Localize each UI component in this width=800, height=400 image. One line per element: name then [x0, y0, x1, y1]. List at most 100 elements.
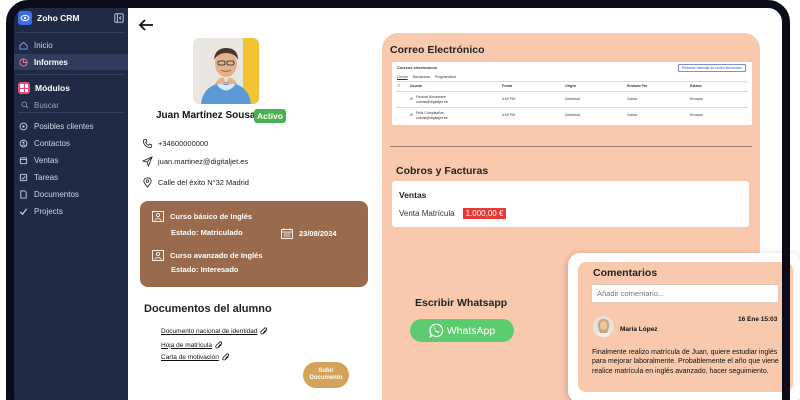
tab-borradores[interactable]: Borradores — [413, 75, 430, 79]
modules-section-header: Módulos — [14, 79, 128, 97]
documents-title: Documentos del alumno — [144, 303, 272, 315]
row-2-origin: Individual — [565, 113, 580, 117]
row-1-subject[interactable]: Factura Noviembre — [416, 95, 446, 99]
row-2-subject[interactable]: Feliz Cumpleaños — [416, 111, 444, 115]
sale-label: Venta Matrícula — [399, 209, 455, 218]
modules-label: Módulos — [35, 83, 70, 93]
document-link-label: Documento nacional de identidad — [161, 327, 258, 335]
calendar-icon — [281, 228, 293, 239]
row-1-status: Enviado — [690, 97, 703, 101]
course-2-title-row[interactable]: Curso avanzado de Inglés — [152, 250, 263, 261]
app-window: Zoho CRM Inicio Informes Módulos Buscar … — [0, 0, 800, 400]
sidebar-item-posibles-clientes[interactable]: Posibles clientes — [14, 118, 128, 134]
course-1-status-row: Estado: Matriculado — [171, 228, 243, 237]
document-link-dni[interactable]: Documento nacional de identidad — [161, 327, 268, 335]
collapse-sidebar-icon[interactable] — [114, 13, 124, 23]
status-badge: Activo — [254, 109, 286, 123]
row-1-address: cuenta@digitaljet.es — [416, 100, 448, 104]
tab-correo[interactable]: Correo — [397, 75, 408, 79]
course-1-status: Estado: Matriculado — [171, 228, 243, 237]
address-text: Calle del éxito N°32 Madrid — [158, 178, 249, 187]
sidebar-item-projects[interactable]: Projects — [14, 203, 128, 219]
avatar — [593, 316, 614, 337]
comments-card: Comentarios María López 16 Ene 15:03 Fin… — [578, 262, 793, 392]
sidebar-item-contactos[interactable]: Contactos — [14, 135, 128, 151]
document-link-hoja[interactable]: Hoja de matrícula — [161, 341, 223, 349]
sidebar-item-label: Documentos — [34, 189, 79, 199]
sidebar-item-ventas[interactable]: Ventas — [14, 152, 128, 168]
header-fecha: Fecha — [502, 84, 513, 88]
courses-card: Curso básico de Inglés Estado: Matricula… — [140, 201, 368, 287]
location-pin-icon — [143, 177, 152, 188]
leads-icon — [19, 122, 28, 130]
sidebar-item-tareas[interactable]: Tareas — [14, 169, 128, 185]
email-divider — [396, 81, 748, 82]
email-row[interactable]: juan.martinez@digitaljet.es — [142, 156, 248, 167]
header-enviado-por: Enviado Por — [627, 84, 648, 88]
course-2-status: Estado: Interesado — [171, 265, 239, 274]
sidebar-divider — [17, 32, 125, 33]
home-icon — [19, 41, 28, 50]
whatsapp-icon — [429, 323, 443, 338]
sidebar-item-label: Inicio — [34, 40, 53, 50]
email-card-title: Correos electrónicos — [397, 65, 438, 70]
whatsapp-button-label: WhatsApp — [446, 324, 496, 337]
sidebar-search[interactable]: Buscar — [18, 98, 124, 113]
compose-email-button[interactable]: Redactar mensaje de correo electrónico — [677, 64, 746, 72]
reports-icon — [19, 57, 28, 67]
comment-input[interactable] — [591, 284, 779, 303]
sidebar-divider — [17, 74, 125, 75]
email-divider — [396, 107, 748, 108]
document-link-carta[interactable]: Carta de motivación — [161, 353, 230, 361]
address-row: Calle del éxito N°32 Madrid — [142, 177, 249, 188]
search-icon — [21, 101, 29, 109]
email-divider — [396, 91, 748, 92]
course-1-date: 23/08/2024 — [299, 229, 337, 238]
comment-author: María López — [620, 326, 658, 333]
sidebar: Zoho CRM Inicio Informes Módulos Buscar … — [14, 8, 128, 400]
header-origen: Origen — [565, 84, 577, 88]
comment-text: Finalmente realizo matrícula de Juan, qu… — [592, 349, 779, 375]
header-estado: Estado — [690, 84, 702, 88]
sales-card-title: Ventas — [399, 190, 427, 200]
sidebar-item-informes[interactable]: Informes — [14, 54, 128, 70]
paperclip-icon — [260, 327, 268, 335]
sidebar-item-documentos[interactable]: Documentos — [14, 186, 128, 202]
row-1-origin: Individual — [565, 97, 580, 101]
sidebar-item-label: Projects — [34, 206, 63, 216]
row-2-address: cuenta@digitaljet.es — [416, 116, 448, 120]
sidebar-item-label: Contactos — [34, 138, 71, 148]
row-1-sent-by: Carlos — [627, 97, 638, 101]
brand-name: Zoho CRM — [37, 13, 80, 23]
comments-title: Comentarios — [593, 267, 658, 279]
upload-document-button[interactable]: Subir Documento — [303, 362, 349, 388]
billing-section-title: Cobros y Facturas — [396, 165, 489, 177]
paperclip-icon — [215, 341, 222, 349]
course-1-title-row[interactable]: Curso básico de Inglés — [152, 211, 252, 222]
email-text: juan.martinez@digitaljet.es — [158, 157, 249, 166]
phone-text: +34600000000 — [158, 139, 209, 148]
phone-row[interactable]: +34600000000 — [142, 138, 208, 149]
sale-amount-badge: 1.000,00 € — [462, 208, 507, 219]
course-icon — [152, 250, 164, 261]
sidebar-item-label: Posibles clientes — [34, 121, 94, 131]
upload-label-line2: Documento — [309, 375, 343, 381]
sale-row[interactable]: Venta Matrícula 1.000,00 € — [399, 208, 507, 219]
student-name: Juan Martínez Sousa — [156, 110, 256, 121]
back-arrow-icon[interactable] — [138, 18, 154, 32]
checkbox-all[interactable]: ☐ — [397, 84, 400, 88]
send-icon — [142, 156, 153, 167]
whatsapp-section-title: Escribir Whatsapp — [415, 297, 508, 309]
sidebar-item-inicio[interactable]: Inicio — [14, 37, 128, 53]
documents-icon — [20, 189, 27, 199]
profile-photo — [193, 38, 259, 104]
sidebar-header: Zoho CRM — [14, 8, 128, 28]
course-1-date-row: 23/08/2024 — [281, 228, 337, 239]
mail-envelope-icon: ✉ — [410, 113, 413, 117]
tab-programados[interactable]: Programados — [435, 75, 456, 79]
whatsapp-button[interactable]: WhatsApp — [410, 319, 514, 342]
search-placeholder: Buscar — [34, 100, 59, 110]
contacts-icon — [19, 139, 28, 147]
row-1-date: 6:00 PM — [502, 97, 516, 101]
zoho-logo-icon — [18, 11, 32, 25]
